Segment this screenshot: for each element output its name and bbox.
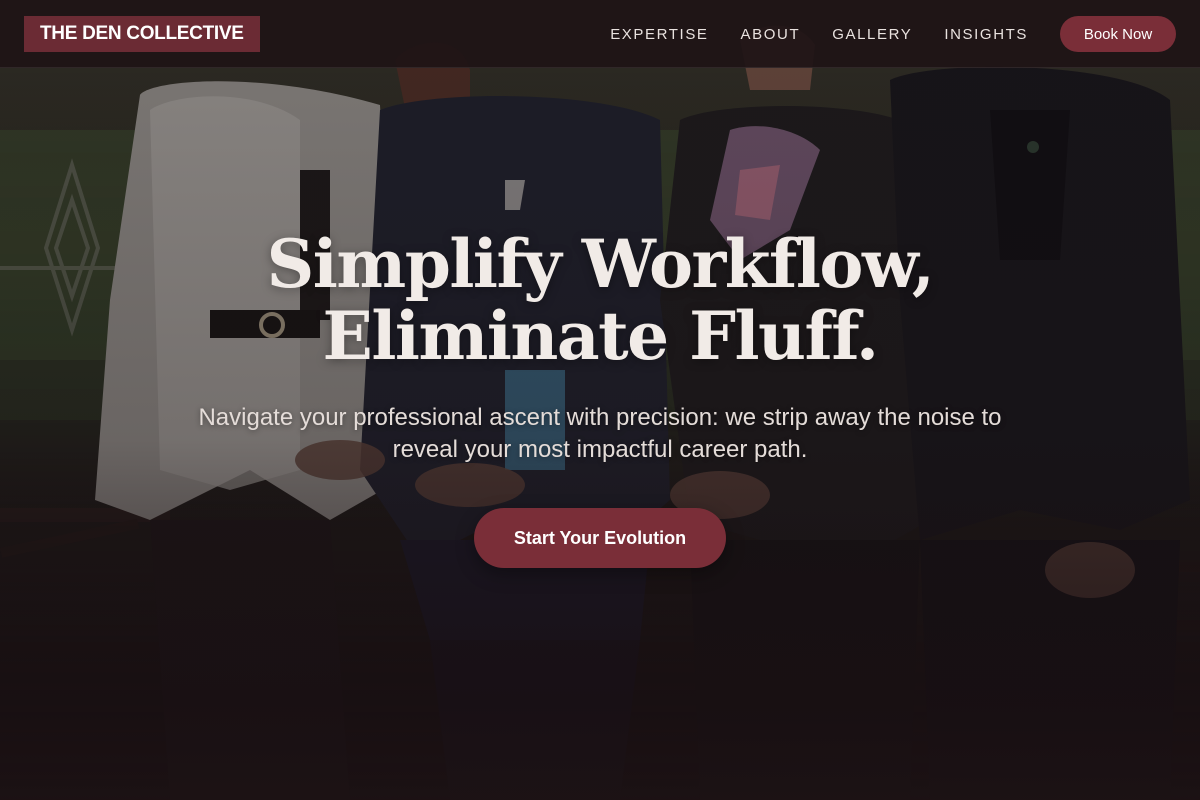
- hero-title: Simplify Workflow, Eliminate Fluff.: [0, 228, 1200, 372]
- hero-subtitle: Navigate your professional ascent with p…: [198, 404, 1002, 463]
- nav-link-insights[interactable]: INSIGHTS: [944, 26, 1028, 43]
- main-nav: EXPERTISE ABOUT GALLERY INSIGHTS: [610, 0, 1028, 68]
- nav-link-expertise[interactable]: EXPERTISE: [610, 26, 708, 43]
- hero-title-line-1: Simplify Workflow,: [266, 225, 935, 303]
- hero-section: Simplify Workflow, Eliminate Fluff. Navi…: [0, 228, 1200, 568]
- start-evolution-button[interactable]: Start Your Evolution: [474, 508, 726, 568]
- brand-logo[interactable]: THE DEN COLLECTIVE: [24, 16, 260, 52]
- hero-title-line-2: Eliminate Fluff.: [322, 297, 879, 375]
- site-header: THE DEN COLLECTIVE EXPERTISE ABOUT GALLE…: [0, 0, 1200, 68]
- landing-page: THE DEN COLLECTIVE EXPERTISE ABOUT GALLE…: [0, 0, 1200, 800]
- nav-link-about[interactable]: ABOUT: [741, 26, 801, 43]
- book-now-button[interactable]: Book Now: [1060, 16, 1176, 52]
- nav-link-gallery[interactable]: GALLERY: [832, 26, 912, 43]
